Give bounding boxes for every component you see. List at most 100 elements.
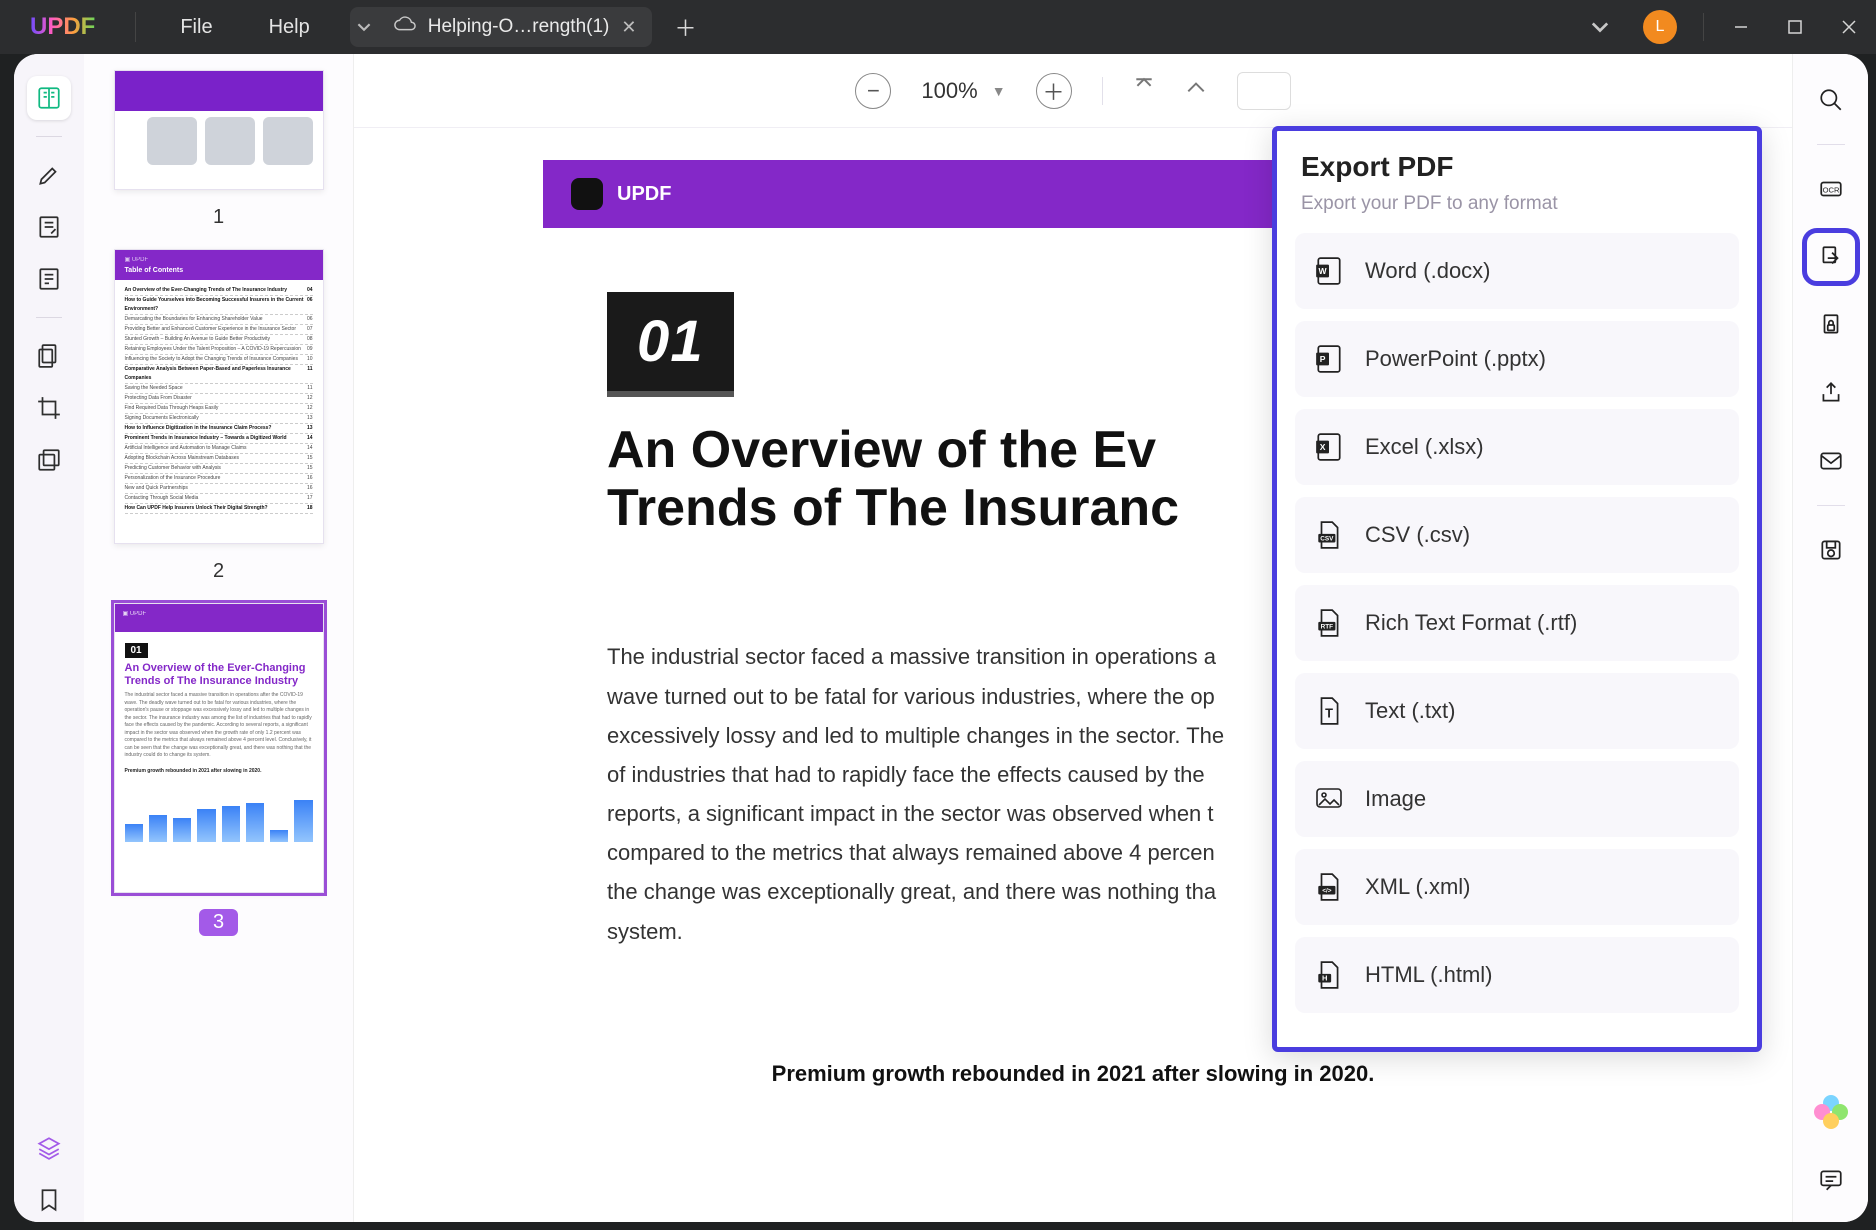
crop-tool[interactable] (27, 386, 71, 430)
comments-button[interactable] (1807, 1156, 1855, 1204)
menu-file[interactable]: File (152, 16, 240, 39)
divider (1102, 77, 1103, 105)
export-pdf-button[interactable] (1807, 233, 1855, 281)
window-maximize-button[interactable] (1768, 0, 1822, 54)
save-button[interactable] (1807, 526, 1855, 574)
export-option-csv[interactable]: CSV CSV (.csv) (1295, 497, 1739, 573)
thumb-number: 1 (213, 206, 224, 229)
csv-icon: CSV (1315, 519, 1343, 551)
xlsx-icon: X (1315, 431, 1343, 463)
thumb-3-title: An Overview of the Ever-Changing Trends … (125, 662, 313, 688)
svg-text:CSV: CSV (1320, 535, 1334, 542)
new-tab-button[interactable]: ＋ (652, 11, 718, 43)
rtf-icon: RTF (1315, 607, 1343, 639)
search-button[interactable] (1807, 76, 1855, 124)
export-option-rtf[interactable]: RTF Rich Text Format (.rtf) (1295, 585, 1739, 661)
thumb-number: 2 (213, 560, 224, 583)
thumbnail-page-3[interactable]: ▣ UPDF 01 An Overview of the Ever-Changi… (114, 603, 324, 893)
txt-icon: T (1315, 695, 1343, 727)
export-option-word[interactable]: W Word (.docx) (1295, 233, 1739, 309)
divider (36, 317, 62, 318)
right-toolbar: OCR (1792, 54, 1868, 1222)
svg-text:H: H (1322, 973, 1327, 982)
divider (1703, 13, 1704, 41)
svg-text:W: W (1319, 266, 1328, 276)
zoom-in-button[interactable]: ＋ (1036, 73, 1072, 109)
image-icon (1315, 783, 1343, 815)
first-page-button[interactable] (1133, 77, 1155, 105)
edit-tool[interactable] (27, 205, 71, 249)
svg-text:T: T (1325, 705, 1333, 720)
window-close-button[interactable] (1822, 0, 1876, 54)
export-option-label: CSV (.csv) (1365, 522, 1470, 548)
thumb-3-sectnum: 01 (125, 643, 148, 658)
zoom-dropdown-icon[interactable]: ▼ (992, 83, 1006, 99)
export-title: Export PDF (1301, 151, 1739, 183)
page-number-input[interactable] (1237, 72, 1291, 110)
page-tool[interactable] (27, 334, 71, 378)
protect-button[interactable] (1807, 301, 1855, 349)
tab-close-button[interactable]: ✕ (621, 17, 636, 38)
document-tab[interactable]: Helping-O…rength(1) ✕ (378, 7, 653, 47)
email-button[interactable] (1807, 437, 1855, 485)
divider (135, 12, 136, 42)
export-option-xlsx[interactable]: XExcel (.xlsx) (1295, 409, 1739, 485)
app-logo: UPDF (30, 13, 95, 41)
export-option-txt[interactable]: T Text (.txt) (1295, 673, 1739, 749)
share-button[interactable] (1807, 369, 1855, 417)
annotate-tool[interactable] (27, 153, 71, 197)
logo-chip-icon (571, 178, 603, 210)
layers-tool[interactable] (27, 1126, 71, 1170)
svg-text:P: P (1320, 354, 1326, 364)
thumb-3-body: The industrial sector faced a massive tr… (125, 692, 313, 760)
xml-icon: </> (1315, 871, 1343, 903)
window-minimize-button[interactable] (1714, 0, 1768, 54)
app-shell: 1 ▣ UPDFTable of Contents An Overview of… (14, 54, 1868, 1222)
export-option-xml[interactable]: </>XML (.xml) (1295, 849, 1739, 925)
word-icon: W (1315, 255, 1343, 287)
menu-help[interactable]: Help (241, 16, 338, 39)
export-option-html[interactable]: H HTML (.html) (1295, 937, 1739, 1013)
section-number: 01 (607, 292, 734, 397)
ai-assistant-button[interactable] (1807, 1088, 1855, 1136)
divider (1817, 144, 1845, 145)
divider (36, 136, 62, 137)
svg-text:RTF: RTF (1321, 623, 1334, 630)
batch-tool[interactable] (27, 438, 71, 482)
export-option-label: Text (.txt) (1365, 698, 1455, 724)
divider (1817, 505, 1845, 506)
thumbnail-page-1[interactable] (114, 70, 324, 190)
zoom-value[interactable]: 100% (921, 78, 977, 104)
thumb-2-heading: Table of Contents (125, 267, 313, 274)
tab-label: Helping-O…rength(1) (428, 16, 610, 38)
thumb-3-chart (125, 782, 313, 842)
tab-dropdown-button[interactable] (350, 7, 378, 47)
thumbnail-page-2[interactable]: ▣ UPDFTable of Contents An Overview of t… (114, 249, 324, 544)
avatar-initial: L (1656, 18, 1665, 36)
user-avatar[interactable]: L (1643, 10, 1677, 44)
titlebar-dropdown-button[interactable] (1573, 0, 1627, 54)
export-subtitle: Export your PDF to any format (1301, 193, 1739, 215)
thumbnail-panel: 1 ▣ UPDFTable of Contents An Overview of… (84, 54, 354, 1222)
toc-mini: An Overview of the Ever-Changing Trends … (115, 280, 323, 520)
pptx-icon: P (1315, 343, 1343, 375)
prev-page-button[interactable] (1185, 77, 1207, 105)
bookmark-tool[interactable] (27, 1178, 71, 1222)
export-option-label: Word (.docx) (1365, 258, 1491, 284)
zoom-out-button[interactable]: − (855, 73, 891, 109)
export-pdf-panel: Export PDF Export your PDF to any format… (1272, 126, 1762, 1052)
export-option-label: Rich Text Format (.rtf) (1365, 610, 1577, 636)
chart-caption: Premium growth rebounded in 2021 after s… (543, 1061, 1603, 1087)
export-option-image[interactable]: Image (1295, 761, 1739, 837)
export-option-pptx[interactable]: P PowerPoint (.pptx) (1295, 321, 1739, 397)
ocr-button[interactable]: OCR (1807, 165, 1855, 213)
doc-brand-text: UPDF (617, 183, 671, 206)
html-icon: H (1315, 959, 1343, 991)
thumb-number-selected: 3 (199, 909, 238, 936)
svg-text:X: X (1320, 442, 1326, 452)
export-option-label: PowerPoint (.pptx) (1365, 346, 1546, 372)
zoom-toolbar: − 100% ▼ ＋ (354, 54, 1792, 128)
export-option-label: HTML (.html) (1365, 962, 1493, 988)
reader-tool[interactable] (27, 76, 71, 120)
organize-tool[interactable] (27, 257, 71, 301)
